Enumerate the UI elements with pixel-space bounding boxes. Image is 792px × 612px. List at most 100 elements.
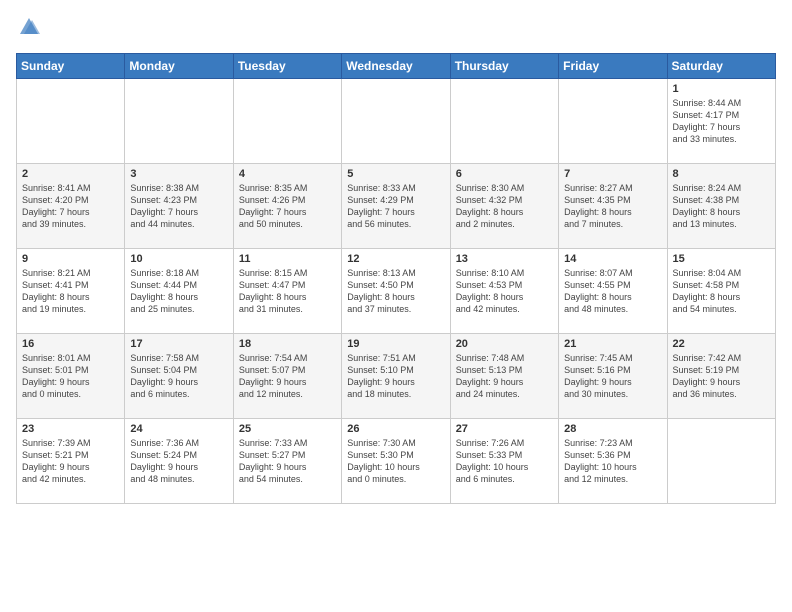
day-info: Sunrise: 7:39 AM Sunset: 5:21 PM Dayligh…: [22, 437, 119, 486]
calendar-cell: 8 Sunrise: 8:24 AM Sunset: 4:38 PM Daylig…: [667, 164, 775, 249]
calendar-cell: 10 Sunrise: 8:18 AM Sunset: 4:44 PM Dayli…: [125, 249, 233, 334]
day-number: 16: [22, 338, 119, 350]
col-header-thursday: Thursday: [450, 54, 558, 79]
calendar-cell: 19 Sunrise: 7:51 AM Sunset: 5:10 PM Dayli…: [342, 334, 450, 419]
day-info: Sunrise: 8:41 AM Sunset: 4:20 PM Dayligh…: [22, 182, 119, 231]
logo-icon: [18, 16, 40, 38]
day-number: 22: [673, 338, 770, 350]
calendar-cell: [17, 79, 125, 164]
calendar-cell: 6 Sunrise: 8:30 AM Sunset: 4:32 PM Daylig…: [450, 164, 558, 249]
day-info: Sunrise: 7:45 AM Sunset: 5:16 PM Dayligh…: [564, 352, 661, 401]
day-info: Sunrise: 8:15 AM Sunset: 4:47 PM Dayligh…: [239, 267, 336, 316]
calendar-cell: 5 Sunrise: 8:33 AM Sunset: 4:29 PM Daylig…: [342, 164, 450, 249]
day-info: Sunrise: 7:33 AM Sunset: 5:27 PM Dayligh…: [239, 437, 336, 486]
calendar-cell: 12 Sunrise: 8:13 AM Sunset: 4:50 PM Dayli…: [342, 249, 450, 334]
header: [16, 16, 776, 43]
day-number: 19: [347, 338, 444, 350]
calendar-cell: [233, 79, 341, 164]
day-number: 24: [130, 423, 227, 435]
day-number: 7: [564, 168, 661, 180]
day-number: 26: [347, 423, 444, 435]
calendar-cell: 21 Sunrise: 7:45 AM Sunset: 5:16 PM Dayli…: [559, 334, 667, 419]
day-number: 12: [347, 253, 444, 265]
day-info: Sunrise: 8:30 AM Sunset: 4:32 PM Dayligh…: [456, 182, 553, 231]
calendar-cell: 17 Sunrise: 7:58 AM Sunset: 5:04 PM Dayli…: [125, 334, 233, 419]
calendar-cell: 28 Sunrise: 7:23 AM Sunset: 5:36 PM Dayli…: [559, 419, 667, 504]
calendar-cell: 13 Sunrise: 8:10 AM Sunset: 4:53 PM Dayli…: [450, 249, 558, 334]
calendar-week-row: 16 Sunrise: 8:01 AM Sunset: 5:01 PM Dayli…: [17, 334, 776, 419]
day-number: 18: [239, 338, 336, 350]
calendar-week-row: 9 Sunrise: 8:21 AM Sunset: 4:41 PM Daylig…: [17, 249, 776, 334]
logo: [16, 16, 40, 43]
col-header-monday: Monday: [125, 54, 233, 79]
calendar-cell: [125, 79, 233, 164]
day-number: 21: [564, 338, 661, 350]
day-info: Sunrise: 8:44 AM Sunset: 4:17 PM Dayligh…: [673, 97, 770, 146]
day-info: Sunrise: 7:23 AM Sunset: 5:36 PM Dayligh…: [564, 437, 661, 486]
day-number: 5: [347, 168, 444, 180]
calendar-cell: 1Sunrise: 8:44 AM Sunset: 4:17 PM Daylig…: [667, 79, 775, 164]
calendar-cell: 14Sunrise: 8:07 AM Sunset: 4:55 PM Dayli…: [559, 249, 667, 334]
calendar-cell: 4 Sunrise: 8:35 AM Sunset: 4:26 PM Daylig…: [233, 164, 341, 249]
calendar-cell: 16 Sunrise: 8:01 AM Sunset: 5:01 PM Dayli…: [17, 334, 125, 419]
calendar-cell: 2 Sunrise: 8:41 AM Sunset: 4:20 PM Daylig…: [17, 164, 125, 249]
calendar-cell: 18 Sunrise: 7:54 AM Sunset: 5:07 PM Dayli…: [233, 334, 341, 419]
day-info: Sunrise: 8:38 AM Sunset: 4:23 PM Dayligh…: [130, 182, 227, 231]
day-number: 23: [22, 423, 119, 435]
day-info: Sunrise: 8:04 AM Sunset: 4:58 PM Dayligh…: [673, 267, 770, 316]
day-info: Sunrise: 7:58 AM Sunset: 5:04 PM Dayligh…: [130, 352, 227, 401]
day-info: Sunrise: 8:35 AM Sunset: 4:26 PM Dayligh…: [239, 182, 336, 231]
calendar-cell: 15 Sunrise: 8:04 AM Sunset: 4:58 PM Dayli…: [667, 249, 775, 334]
calendar-cell: [559, 79, 667, 164]
calendar-cell: 27Sunrise: 7:26 AM Sunset: 5:33 PM Dayli…: [450, 419, 558, 504]
day-info: Sunrise: 7:42 AM Sunset: 5:19 PM Dayligh…: [673, 352, 770, 401]
day-number: 8: [673, 168, 770, 180]
col-header-tuesday: Tuesday: [233, 54, 341, 79]
calendar-cell: 22 Sunrise: 7:42 AM Sunset: 5:19 PM Dayli…: [667, 334, 775, 419]
calendar-cell: 23 Sunrise: 7:39 AM Sunset: 5:21 PM Dayli…: [17, 419, 125, 504]
day-number: 9: [22, 253, 119, 265]
day-number: 17: [130, 338, 227, 350]
col-header-wednesday: Wednesday: [342, 54, 450, 79]
calendar-cell: [450, 79, 558, 164]
calendar-cell: 11 Sunrise: 8:15 AM Sunset: 4:47 PM Dayli…: [233, 249, 341, 334]
day-info: Sunrise: 7:26 AM Sunset: 5:33 PM Dayligh…: [456, 437, 553, 486]
calendar-cell: 7Sunrise: 8:27 AM Sunset: 4:35 PM Daylig…: [559, 164, 667, 249]
day-number: 14: [564, 253, 661, 265]
col-header-sunday: Sunday: [17, 54, 125, 79]
day-number: 13: [456, 253, 553, 265]
calendar-cell: 25 Sunrise: 7:33 AM Sunset: 5:27 PM Dayli…: [233, 419, 341, 504]
calendar-cell: [667, 419, 775, 504]
day-number: 10: [130, 253, 227, 265]
day-info: Sunrise: 8:24 AM Sunset: 4:38 PM Dayligh…: [673, 182, 770, 231]
calendar-week-row: 2 Sunrise: 8:41 AM Sunset: 4:20 PM Daylig…: [17, 164, 776, 249]
day-number: 20: [456, 338, 553, 350]
day-info: Sunrise: 8:18 AM Sunset: 4:44 PM Dayligh…: [130, 267, 227, 316]
day-number: 11: [239, 253, 336, 265]
day-info: Sunrise: 8:01 AM Sunset: 5:01 PM Dayligh…: [22, 352, 119, 401]
col-header-friday: Friday: [559, 54, 667, 79]
calendar-cell: 20 Sunrise: 7:48 AM Sunset: 5:13 PM Dayli…: [450, 334, 558, 419]
calendar-cell: 3Sunrise: 8:38 AM Sunset: 4:23 PM Daylig…: [125, 164, 233, 249]
calendar-cell: 24Sunrise: 7:36 AM Sunset: 5:24 PM Dayli…: [125, 419, 233, 504]
day-number: 2: [22, 168, 119, 180]
day-info: Sunrise: 7:48 AM Sunset: 5:13 PM Dayligh…: [456, 352, 553, 401]
day-info: Sunrise: 7:51 AM Sunset: 5:10 PM Dayligh…: [347, 352, 444, 401]
calendar-table: SundayMondayTuesdayWednesdayThursdayFrid…: [16, 53, 776, 504]
calendar-week-row: 23 Sunrise: 7:39 AM Sunset: 5:21 PM Dayli…: [17, 419, 776, 504]
calendar-cell: 9 Sunrise: 8:21 AM Sunset: 4:41 PM Daylig…: [17, 249, 125, 334]
day-info: Sunrise: 8:13 AM Sunset: 4:50 PM Dayligh…: [347, 267, 444, 316]
calendar-week-row: 1Sunrise: 8:44 AM Sunset: 4:17 PM Daylig…: [17, 79, 776, 164]
day-number: 15: [673, 253, 770, 265]
day-number: 6: [456, 168, 553, 180]
day-info: Sunrise: 8:21 AM Sunset: 4:41 PM Dayligh…: [22, 267, 119, 316]
day-info: Sunrise: 7:54 AM Sunset: 5:07 PM Dayligh…: [239, 352, 336, 401]
day-number: 25: [239, 423, 336, 435]
calendar-header-row: SundayMondayTuesdayWednesdayThursdayFrid…: [17, 54, 776, 79]
day-number: 28: [564, 423, 661, 435]
day-number: 4: [239, 168, 336, 180]
day-info: Sunrise: 7:30 AM Sunset: 5:30 PM Dayligh…: [347, 437, 444, 486]
day-info: Sunrise: 8:10 AM Sunset: 4:53 PM Dayligh…: [456, 267, 553, 316]
calendar-cell: 26 Sunrise: 7:30 AM Sunset: 5:30 PM Dayli…: [342, 419, 450, 504]
day-info: Sunrise: 8:33 AM Sunset: 4:29 PM Dayligh…: [347, 182, 444, 231]
